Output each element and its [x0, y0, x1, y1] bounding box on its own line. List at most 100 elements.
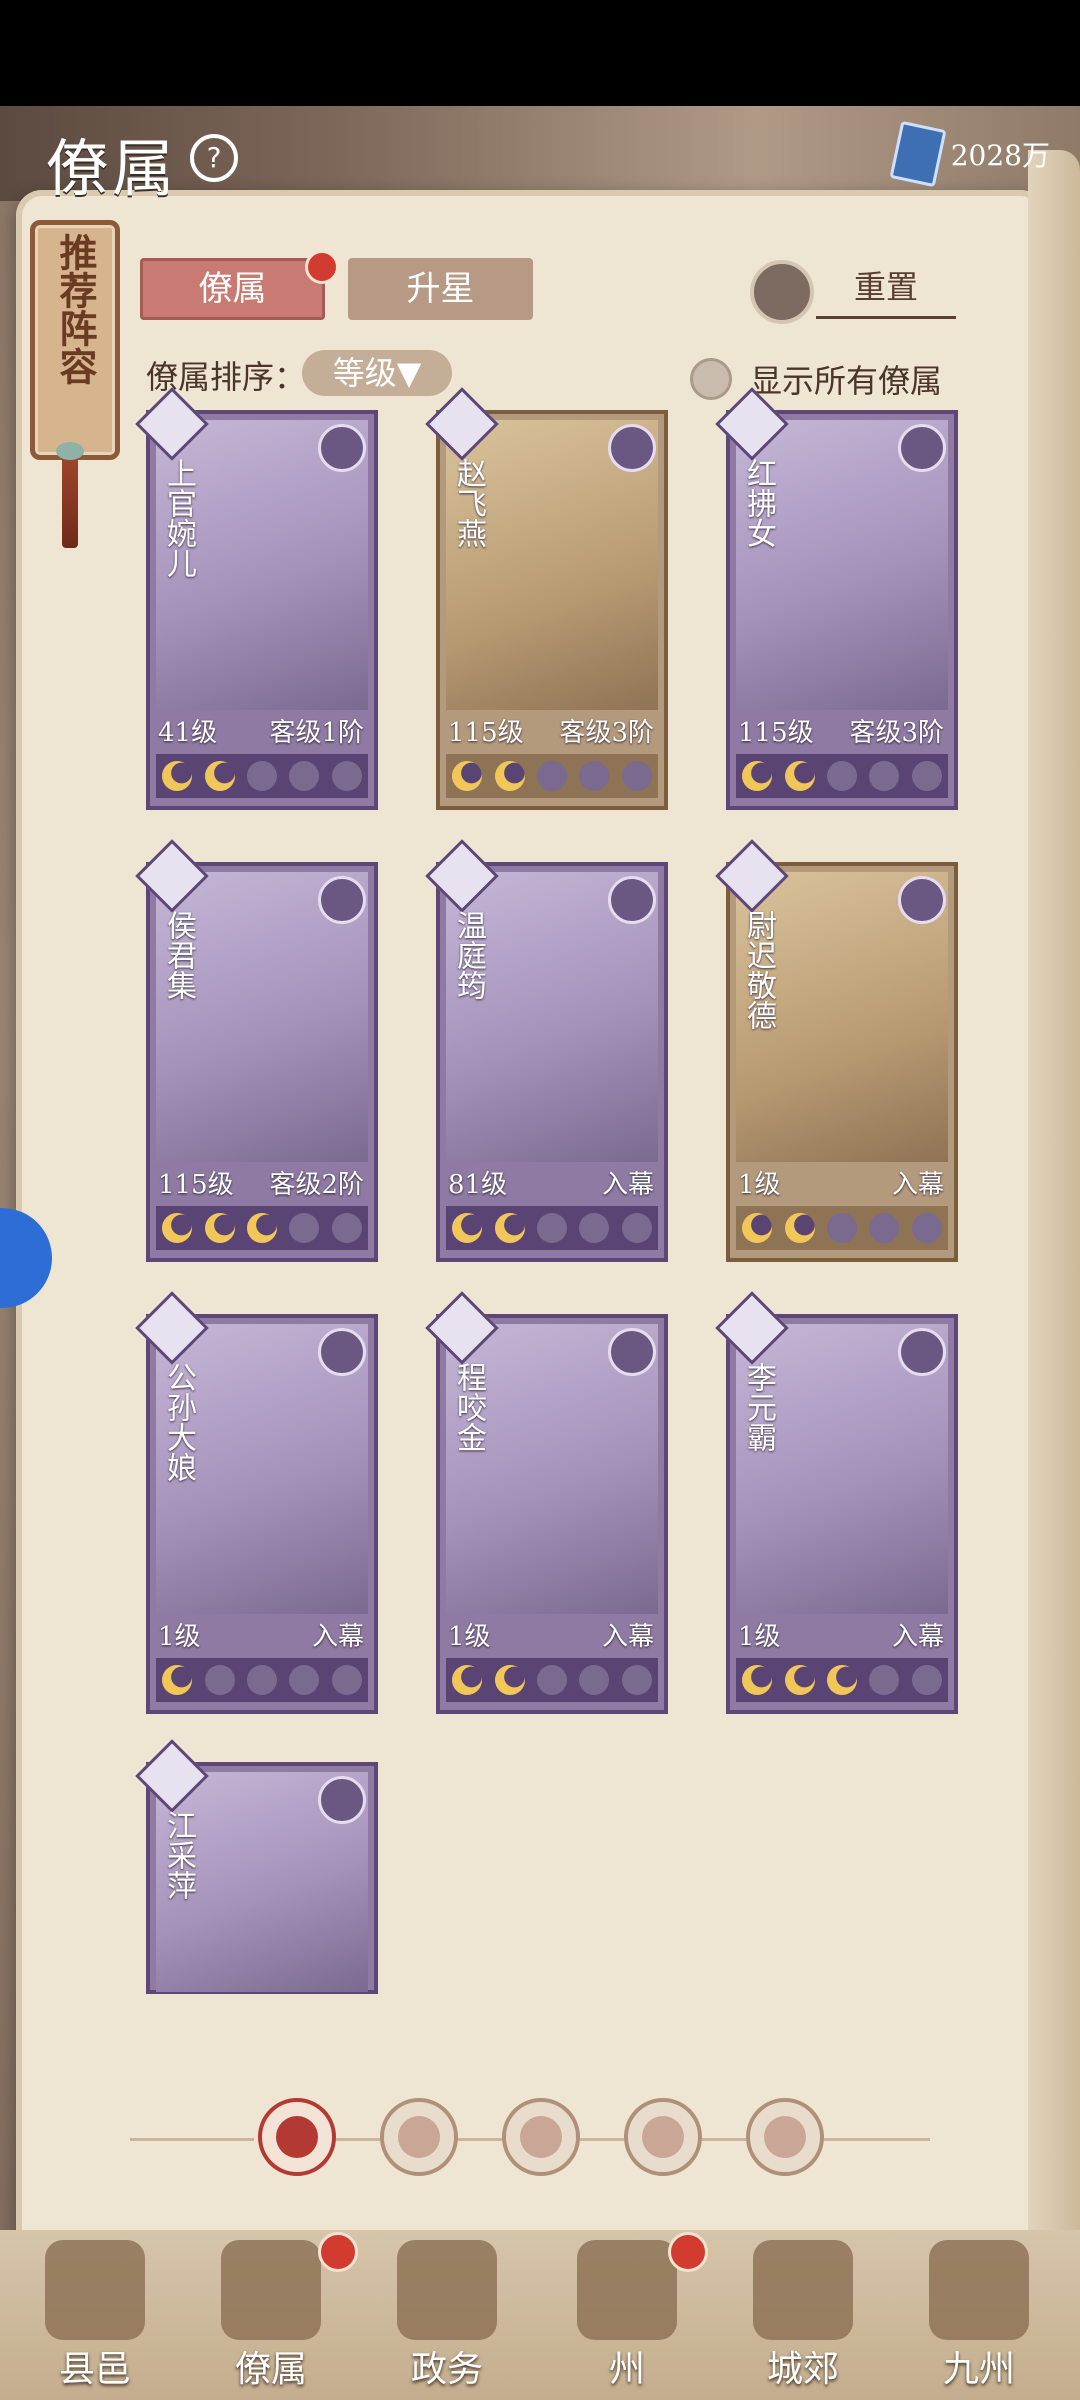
- tab-subordinates[interactable]: 僚属: [140, 258, 325, 320]
- currency-display[interactable]: 2028万: [889, 120, 1050, 188]
- recommended-lineup-label: 推荐阵容: [53, 233, 98, 385]
- class-icon: [898, 424, 946, 472]
- faction-filter-bar: [130, 2092, 930, 2182]
- moon-star-empty-icon: [536, 1665, 567, 1695]
- subordinate-card[interactable]: 公孙大娘 1级 入幕: [135, 1291, 378, 1714]
- moon-star-empty-icon: [246, 1665, 277, 1695]
- rank-label: 入幕: [601, 1170, 654, 1200]
- moon-star-filled-icon: [452, 1665, 483, 1695]
- subordinate-card[interactable]: 红拂女 115级 客级3阶: [715, 387, 958, 810]
- notification-dot: [668, 2232, 708, 2272]
- town-icon: [45, 2240, 145, 2340]
- moon-star-empty-icon: [289, 1213, 320, 1243]
- class-icon: [898, 1328, 946, 1376]
- filter-fan-icon[interactable]: [624, 2098, 702, 2176]
- subordinate-card[interactable]: 尉迟敬德 1级 入幕: [715, 839, 958, 1262]
- checkbox-icon[interactable]: [690, 358, 732, 400]
- moon-star-empty-icon: [579, 1213, 610, 1243]
- star-rating: [156, 1658, 368, 1702]
- divider: [702, 2138, 746, 2141]
- subordinate-card[interactable]: 侯君集 115级 客级2阶: [135, 839, 378, 1262]
- recommended-lineup-button[interactable]: 推荐阵容: [30, 220, 120, 460]
- subordinate-name: 赵飞燕: [451, 458, 486, 548]
- subordinate-name: 侯君集: [161, 910, 196, 1000]
- moon-star-empty-icon: [869, 761, 900, 791]
- tab-bar: 僚属 升星 重置: [140, 250, 990, 324]
- level-label: 1级: [158, 1622, 201, 1652]
- rank-label: 客级2阶: [269, 1170, 364, 1200]
- rank-label: 入幕: [891, 1170, 944, 1200]
- filter-all-icon[interactable]: [258, 2098, 336, 2176]
- notification-dot: [305, 250, 339, 284]
- nav-item-town[interactable]: 县邑: [20, 2240, 170, 2390]
- subordinate-name: 公孙大娘: [161, 1362, 196, 1482]
- moon-star-empty-icon: [621, 761, 652, 791]
- class-icon: [318, 876, 366, 924]
- beast-icon: [764, 2116, 806, 2158]
- show-all-toggle[interactable]: 显示所有僚属: [690, 356, 942, 402]
- nav-item-document[interactable]: 政务: [372, 2240, 522, 2390]
- moon-star-empty-icon: [331, 1213, 362, 1243]
- class-icon: [318, 1776, 366, 1824]
- moon-star-filled-icon: [162, 1665, 193, 1695]
- rank-label: 入幕: [311, 1622, 364, 1652]
- question-icon[interactable]: ?: [190, 134, 238, 182]
- star-rating: [736, 1206, 948, 1250]
- rank-label: 客级3阶: [849, 718, 944, 748]
- moon-star-empty-icon: [621, 1665, 652, 1695]
- page-title: 僚属: [46, 132, 179, 205]
- star-rating: [156, 754, 368, 798]
- moon-star-filled-icon: [452, 761, 483, 791]
- divider: [336, 2138, 380, 2141]
- level-label: 115级: [448, 718, 524, 748]
- reset-icon[interactable]: [750, 260, 814, 324]
- nav-item-map[interactable]: 九州: [904, 2240, 1054, 2390]
- moon-star-filled-icon: [204, 761, 235, 791]
- moon-star-filled-icon: [494, 1665, 525, 1695]
- tab-star-up[interactable]: 升星: [348, 258, 533, 320]
- filter-lion-icon[interactable]: [502, 2098, 580, 2176]
- rank-label: 客级1阶: [269, 718, 364, 748]
- level-label: 115级: [158, 1170, 234, 1200]
- class-icon: [608, 876, 656, 924]
- moon-star-empty-icon: [289, 761, 320, 791]
- moon-star-empty-icon: [911, 1665, 942, 1695]
- class-icon: [318, 424, 366, 472]
- subordinate-name: 程咬金: [451, 1362, 486, 1452]
- subordinate-name: 尉迟敬德: [741, 910, 776, 1030]
- level-label: 1级: [448, 1622, 491, 1652]
- sort-dropdown[interactable]: 等级▼: [302, 350, 452, 396]
- subordinate-card[interactable]: 上官婉儿 41级 客级1阶: [135, 387, 378, 810]
- moon-star-empty-icon: [579, 761, 610, 791]
- filter-bell-icon[interactable]: [380, 2098, 458, 2176]
- moon-star-empty-icon: [826, 761, 857, 791]
- moon-star-empty-icon: [246, 761, 277, 791]
- subordinate-card[interactable]: 李元霸 1级 入幕: [715, 1291, 958, 1714]
- subordinate-name: 江采萍: [161, 1810, 196, 1900]
- fan-icon: [642, 2116, 684, 2158]
- nav-item-garden[interactable]: 城郊: [728, 2240, 878, 2390]
- filter-beast-icon[interactable]: [746, 2098, 824, 2176]
- moon-star-filled-icon: [742, 1213, 773, 1243]
- moon-star-empty-icon: [579, 1665, 610, 1695]
- star-rating: [736, 754, 948, 798]
- star-rating: [446, 1206, 658, 1250]
- status-bar: [0, 0, 1080, 106]
- nav-label: 九州: [942, 2349, 1015, 2390]
- star-rating: [446, 1658, 658, 1702]
- subordinate-name: 李元霸: [741, 1362, 776, 1452]
- subordinate-card[interactable]: 程咬金 1级 入幕: [425, 1291, 668, 1714]
- nav-label: 僚属: [234, 2349, 307, 2390]
- subordinate-card[interactable]: 温庭筠 81级 入幕: [425, 839, 668, 1262]
- subordinate-card[interactable]: 赵飞燕 115级 客级3阶: [425, 387, 668, 810]
- moon-star-empty-icon: [331, 1665, 362, 1695]
- level-label: 41级: [158, 718, 218, 748]
- moon-star-filled-icon: [494, 1213, 525, 1243]
- reset-button[interactable]: 重置: [816, 258, 956, 319]
- moon-star-empty-icon: [331, 761, 362, 791]
- level-label: 1级: [738, 1622, 781, 1652]
- subordinate-name: 温庭筠: [451, 910, 486, 1000]
- subordinate-card[interactable]: 江采萍: [135, 1739, 378, 1994]
- book-page-edge: [1028, 150, 1080, 2270]
- class-icon: [898, 876, 946, 924]
